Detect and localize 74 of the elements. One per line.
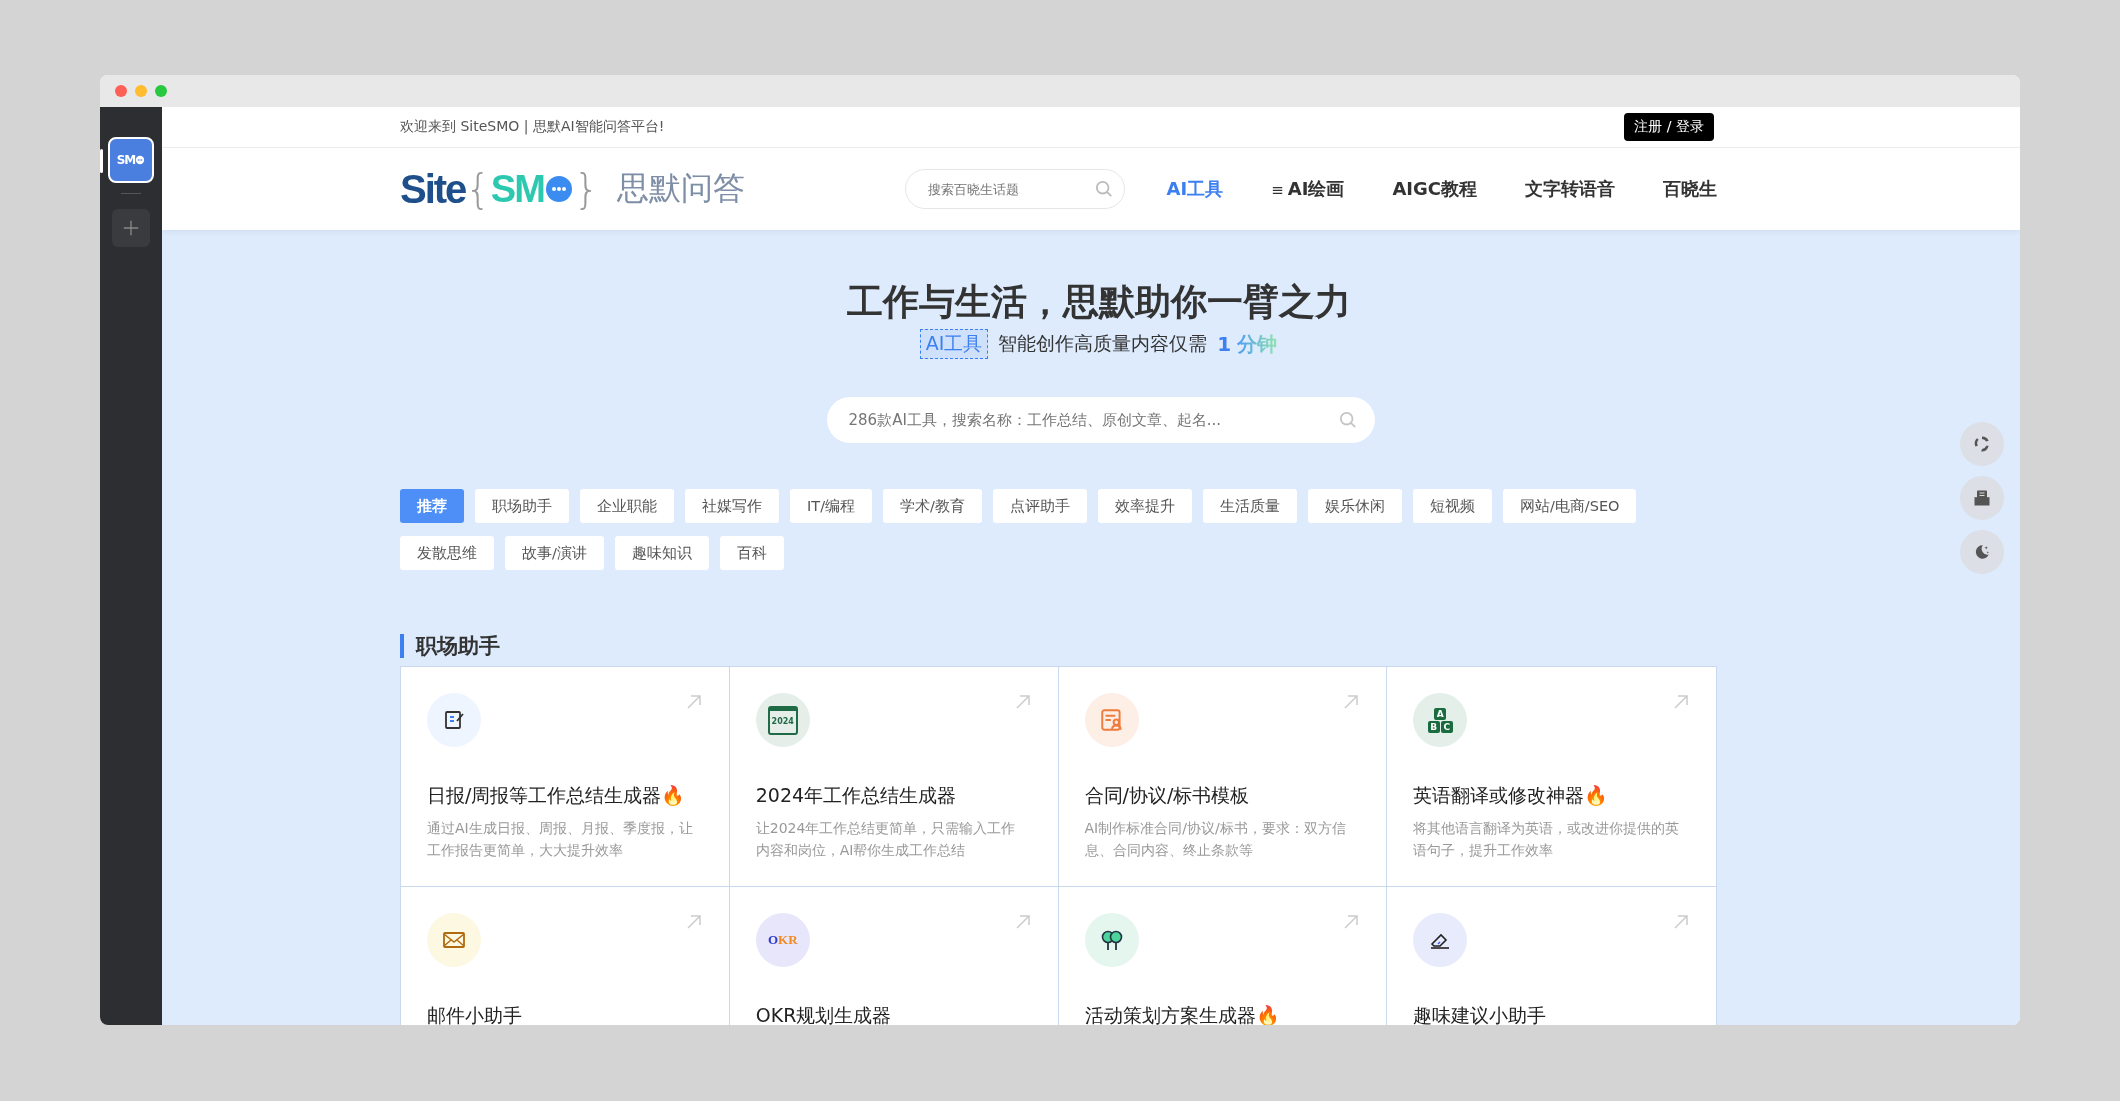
- tool-card[interactable]: 日报/周报等工作总结生成器🔥 通过AI生成日报、周报、月报、季度报，让工作报告更简单，大大提升效率: [401, 667, 730, 888]
- search-icon: [1095, 180, 1114, 198]
- external-arrow-icon: [1673, 914, 1689, 931]
- welcome-text: 欢迎来到 SiteSMO | 思默AI智能问答平台!: [400, 118, 665, 136]
- app-tile[interactable]: SM: [108, 137, 154, 183]
- tool-card[interactable]: A B C 英语翻译或修改神器🔥 将其他语言翻译为英语，或改进你提供的英语句子，提升工作效率: [1387, 667, 1716, 888]
- category-tab[interactable]: 故事/演讲: [505, 536, 604, 571]
- tool-description: 让2024年工作总结更简单，只需输入工作内容和岗位，AI帮你生成工作总结: [755, 819, 1017, 861]
- category-tab[interactable]: IT/编程: [790, 489, 873, 524]
- category-tab[interactable]: 生活质量: [1202, 489, 1297, 524]
- search-field[interactable]: 搜索百晓生话题: [905, 169, 1126, 209]
- section-title: 职场助手: [400, 634, 1717, 659]
- tool-icon: A B C: [1413, 693, 1468, 748]
- tool-title: 2024年工作总结生成器: [755, 783, 958, 809]
- maximize-window-button[interactable]: [155, 85, 167, 97]
- category-tab[interactable]: 效率提升: [1097, 489, 1192, 524]
- tool-title: 邮件小助手: [427, 1003, 523, 1025]
- hero-number: 1: [1217, 332, 1232, 357]
- category-tab[interactable]: 社媒写作: [685, 489, 779, 524]
- external-arrow-icon: [1673, 694, 1689, 711]
- tool-card[interactable]: 邮件小助手: [401, 887, 730, 1025]
- add-app-button[interactable]: [112, 209, 150, 247]
- tool-title: OKR规划生成器: [755, 1003, 893, 1025]
- hero-subtitle: 智能创作高质量内容仅需: [998, 331, 1208, 357]
- category-tab[interactable]: 趣味知识: [614, 536, 709, 571]
- category-tab[interactable]: 娱乐休闲: [1307, 489, 1402, 524]
- tool-icon: 2024: [755, 693, 810, 748]
- nav-link[interactable]: AI工具: [1166, 177, 1224, 201]
- refresh-button[interactable]: [1960, 422, 2004, 466]
- external-arrow-icon: [685, 694, 702, 711]
- tool-title: 合同/协议/标书模板: [1084, 783, 1251, 809]
- category-tab[interactable]: 网站/电商/SEO: [1502, 489, 1637, 524]
- inbox-icon: [1972, 488, 1992, 508]
- close-window-button[interactable]: [115, 85, 127, 97]
- dark-mode-button[interactable]: [1960, 530, 2004, 574]
- minimize-window-button[interactable]: [135, 85, 147, 97]
- nav-link[interactable]: ≡ AI绘画: [1223, 177, 1345, 201]
- chat-bubble-icon: [135, 155, 146, 165]
- tool-title: 日报/周报等工作总结生成器🔥: [427, 783, 687, 809]
- external-arrow-icon: [1343, 694, 1360, 711]
- login-button[interactable]: 注册 / 登录: [1624, 113, 1714, 141]
- tool-card[interactable]: OKR OKR规划生成器: [729, 887, 1059, 1025]
- category-tab[interactable]: 短视频: [1412, 489, 1492, 524]
- category-tab[interactable]: 企业职能: [580, 489, 674, 524]
- tool-card[interactable]: 趣味建议小助手: [1387, 887, 1716, 1025]
- tool-title: 趣味建议小助手: [1413, 1003, 1548, 1025]
- category-tab[interactable]: 学术/教育: [883, 489, 982, 524]
- tool-search-field[interactable]: 286款AI工具，搜索名称：工作总结、原创文章、起名...: [826, 397, 1375, 444]
- tool-description: 将其他语言翻译为英语，或改进你提供的英语句子，提升工作效率: [1413, 819, 1681, 861]
- category-tab[interactable]: 百科: [719, 536, 784, 571]
- nav-link[interactable]: 文字转语音: [1477, 177, 1615, 201]
- category-tab[interactable]: 点评助手: [992, 489, 1087, 524]
- category-tab[interactable]: 职场助手: [475, 489, 569, 524]
- tool-card[interactable]: 2024 2024年工作总结生成器 让2024年工作总结更简单，只需输入工作内容和岗位，AI帮你生成工作总结: [729, 667, 1059, 888]
- external-arrow-icon: [685, 914, 702, 931]
- tool-description: AI制作标准合同/协议/标书，要求：双方信息、合同内容、终止条款等: [1084, 819, 1347, 861]
- tool-icon: [427, 913, 481, 968]
- tool-card[interactable]: 合同/协议/标书模板 AI制作标准合同/协议/标书，要求：双方信息、合同内容、终止条款等: [1058, 667, 1388, 888]
- refresh-icon: [1972, 434, 1992, 454]
- category-tab[interactable]: 发散思维: [400, 536, 494, 571]
- external-arrow-icon: [1343, 914, 1360, 931]
- external-arrow-icon: [1014, 694, 1031, 711]
- hero-tag: AI工具: [919, 329, 989, 360]
- site-logo[interactable]: Site{SM } 思默问答: [400, 166, 746, 212]
- external-arrow-icon: [1014, 914, 1031, 931]
- nav-link[interactable]: 百晓生: [1615, 177, 1717, 201]
- tool-icon: OKR: [755, 913, 810, 968]
- nav-link[interactable]: AIGC教程: [1344, 177, 1477, 201]
- tool-title: 英语翻译或修改神器🔥: [1413, 783, 1610, 809]
- hero-title: 工作与生活，思默助你一臂之力: [845, 280, 1352, 324]
- plus-icon: [122, 219, 140, 237]
- search-icon: [1338, 411, 1357, 430]
- inbox-button[interactable]: [1960, 476, 2004, 520]
- tool-description: 通过AI生成日报、周报、月报、季度报，让工作报告更简单，大大提升效率: [427, 819, 694, 861]
